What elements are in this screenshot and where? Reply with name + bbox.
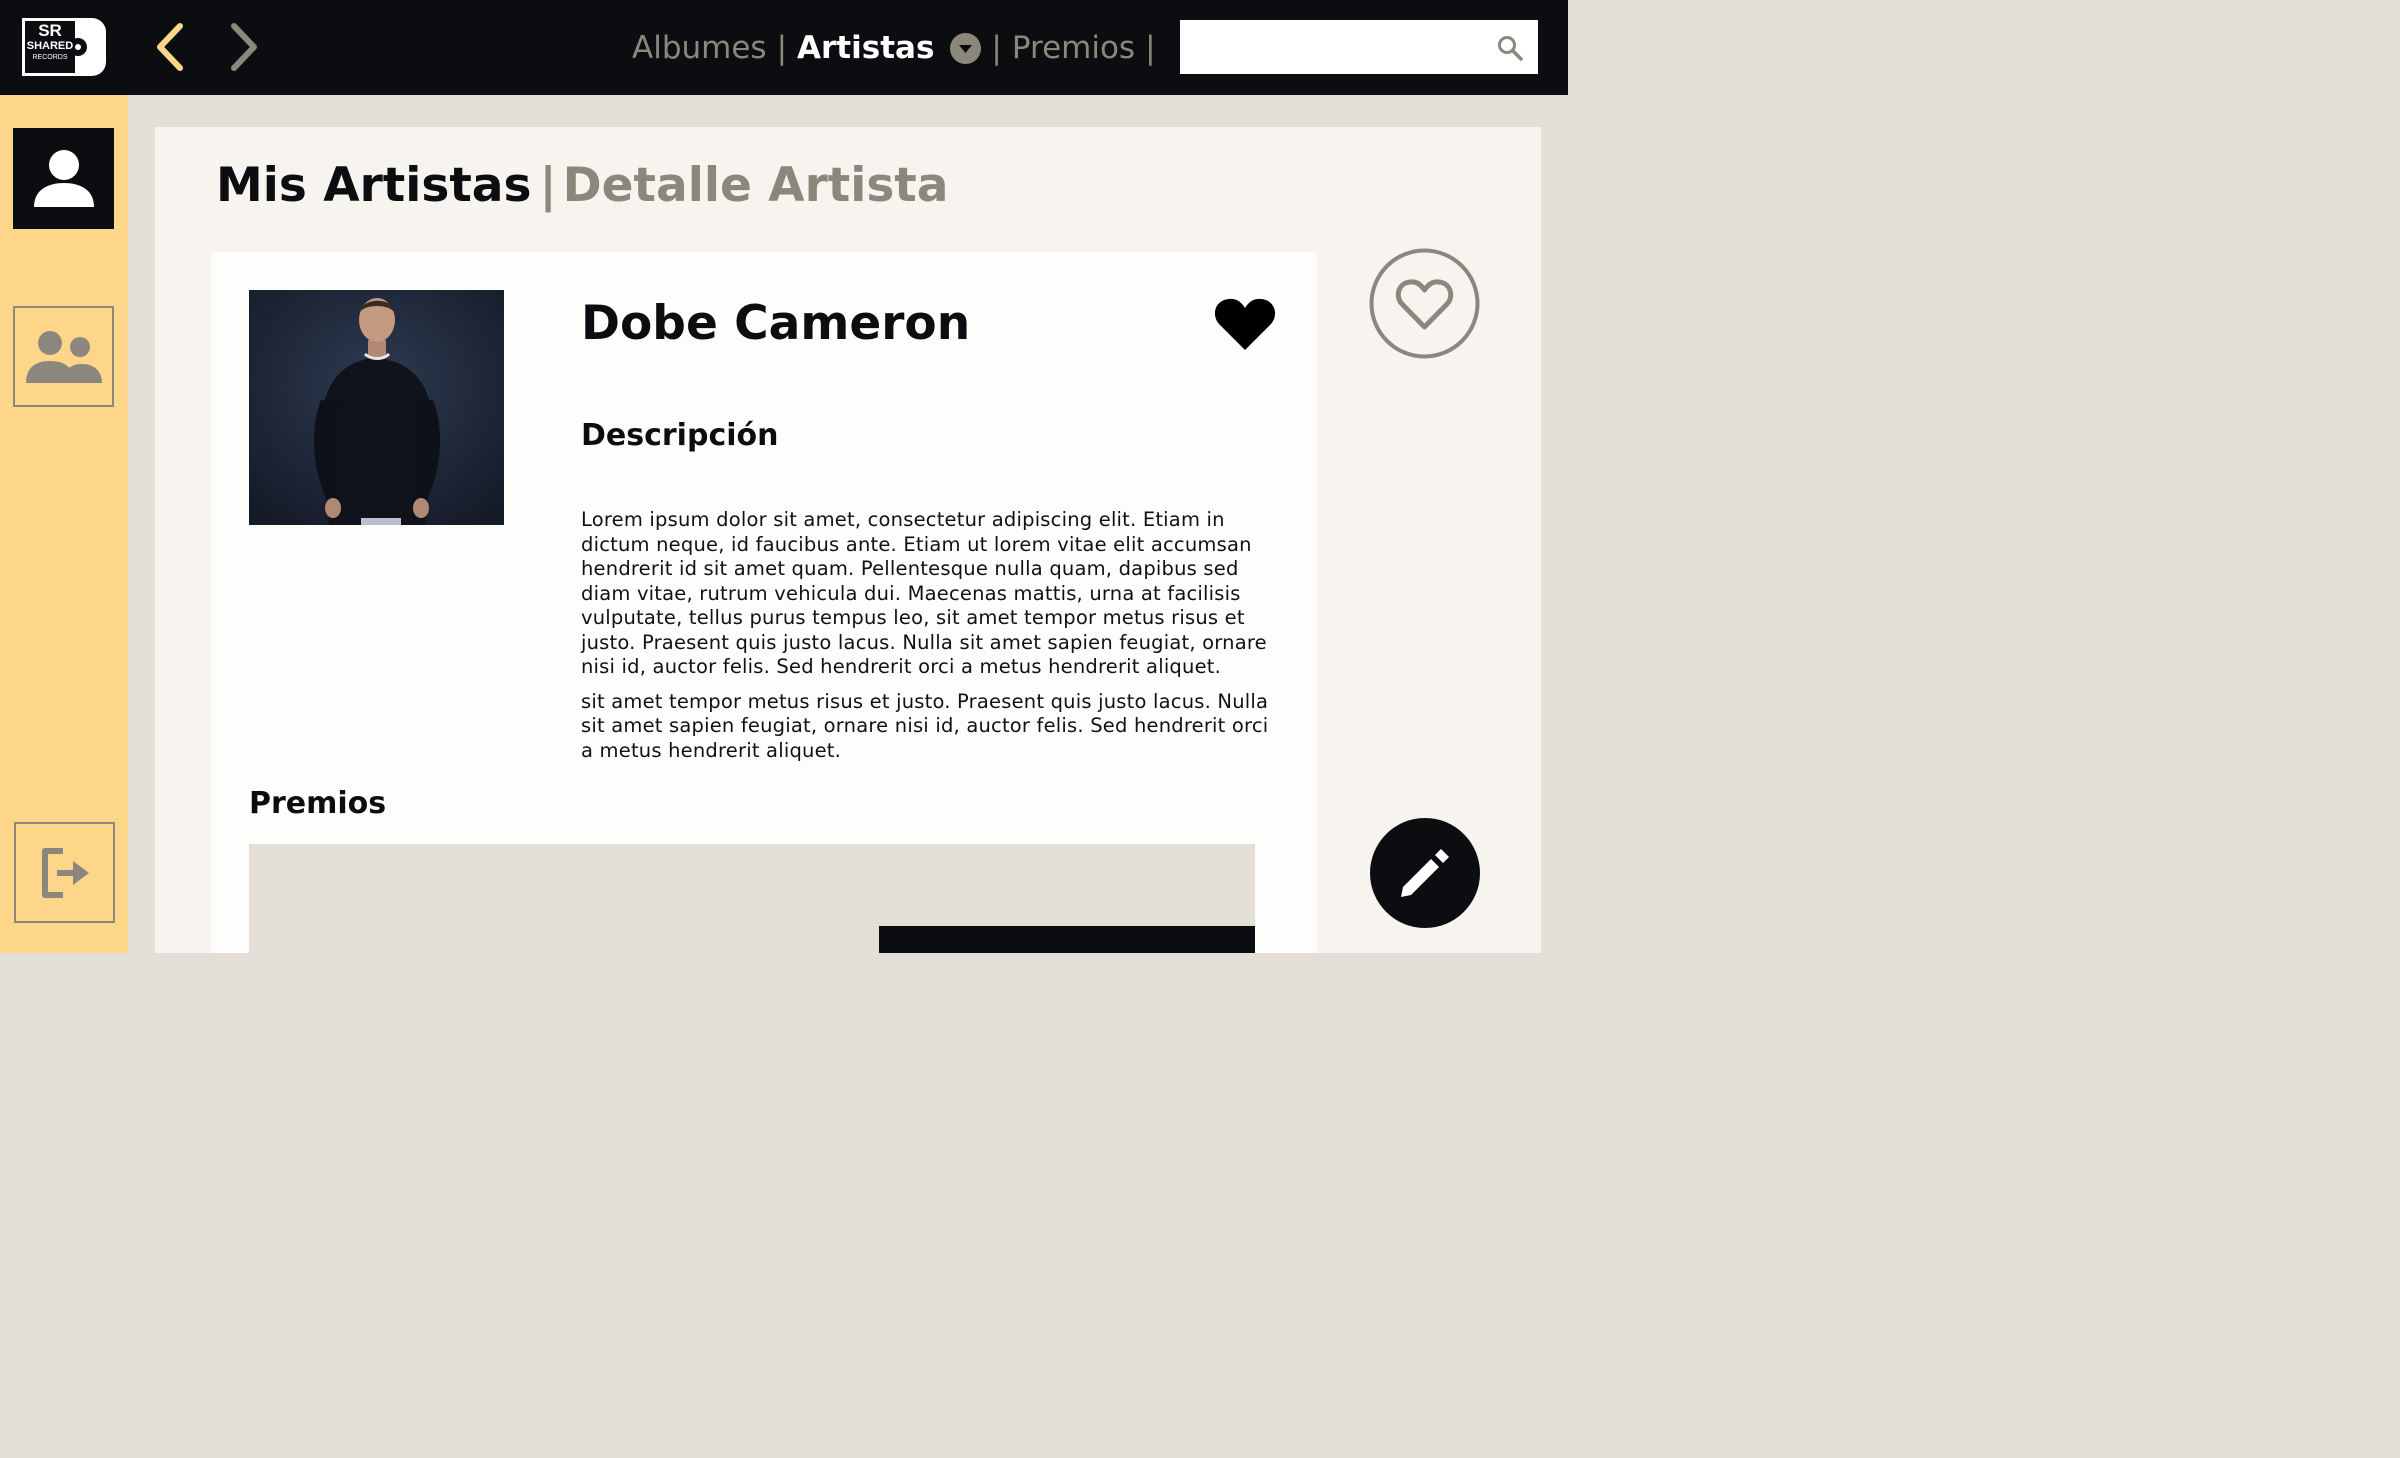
- search-box: [1180, 20, 1538, 74]
- breadcrumb: Mis Artistas | Detalle Artista: [216, 158, 948, 213]
- search-icon[interactable]: [1496, 34, 1524, 62]
- shared-records-logo[interactable]: SR SHARED RECORDS: [22, 18, 106, 76]
- nav-artistas[interactable]: Artistas: [797, 30, 934, 66]
- top-bar: SR SHARED RECORDS Albumes | Artistas | P…: [0, 0, 1568, 95]
- description-text: Lorem ipsum dolor sit amet, consectetur …: [581, 508, 1281, 773]
- logout-icon: [41, 847, 89, 898]
- description-paragraph: sit amet tempor metus risus et justo. Pr…: [581, 689, 1269, 762]
- search-input[interactable]: [1180, 20, 1508, 74]
- logo-text-top: SR: [38, 21, 62, 40]
- back-arrow-icon[interactable]: [150, 20, 190, 74]
- nav-separator: |: [991, 30, 1002, 66]
- nav-separator: |: [1145, 30, 1156, 66]
- chevron-down-icon[interactable]: [950, 32, 982, 64]
- forward-arrow-icon[interactable]: [224, 20, 264, 74]
- awards-section: [249, 844, 1255, 953]
- nav-albumes[interactable]: Albumes: [632, 30, 767, 66]
- breadcrumb-parent[interactable]: Mis Artistas: [216, 158, 531, 213]
- description-paragraph: Lorem ipsum dolor sit amet, consectetur …: [581, 508, 1267, 678]
- sidebar: [0, 95, 128, 953]
- favorite-button[interactable]: [1368, 247, 1481, 360]
- logo-text-mid: SHARED: [26, 40, 74, 52]
- description-title: Descripción: [581, 418, 779, 453]
- nav-premios[interactable]: Premios: [1012, 30, 1135, 66]
- heart-outline-icon: [1369, 248, 1480, 359]
- sidebar-item-mis-artistas[interactable]: [13, 128, 114, 229]
- edit-button[interactable]: [1370, 818, 1480, 928]
- awards-title: Premios: [249, 786, 387, 821]
- sidebar-item-logout[interactable]: [14, 822, 115, 923]
- pencil-icon: [1401, 849, 1449, 897]
- breadcrumb-current: Detalle Artista: [562, 158, 949, 213]
- logo-text-bottom: RECORDS: [32, 54, 68, 61]
- artist-name: Dobe Cameron: [581, 296, 971, 351]
- nav-separator: |: [776, 30, 788, 66]
- award-item[interactable]: [879, 926, 1255, 953]
- artist-photo: [249, 290, 504, 525]
- people-icon: [25, 330, 102, 383]
- breadcrumb-separator: |: [539, 158, 557, 213]
- sidebar-item-artistas[interactable]: [13, 306, 114, 407]
- top-navigation: Albumes | Artistas | Premios |: [632, 26, 1166, 70]
- person-icon: [33, 149, 94, 207]
- heart-filled-icon[interactable]: [1213, 296, 1277, 352]
